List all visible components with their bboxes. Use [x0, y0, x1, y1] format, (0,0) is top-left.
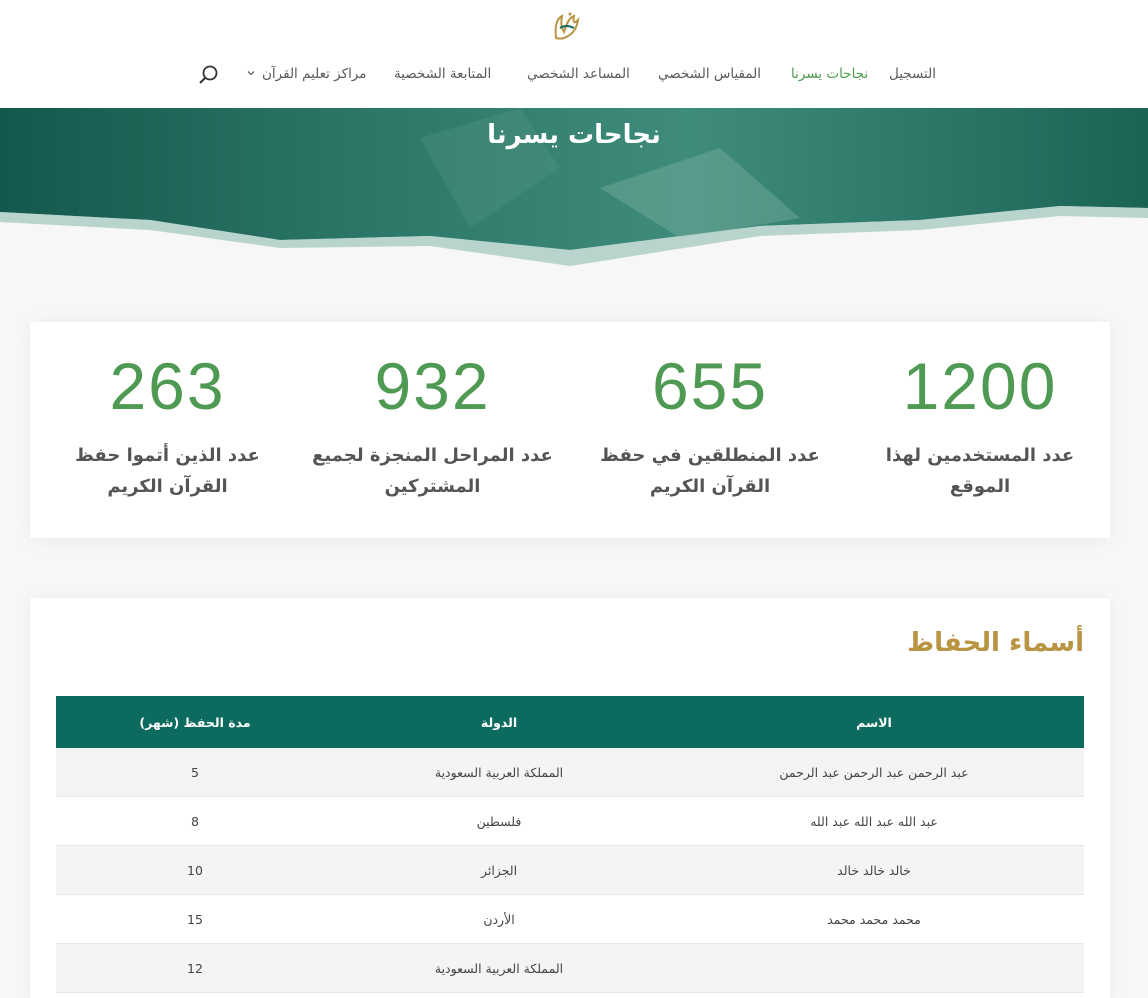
cell-name: عبد الله عبد الله عبد الله — [810, 813, 938, 829]
main-nav: التسجيل نجاحات يسرنا المقياس الشخصي المس… — [0, 60, 1148, 88]
table-row: المملكة العربية السعودية 12 — [56, 944, 1084, 993]
header-name[interactable]: الاسم — [664, 696, 1084, 748]
table-row: محمد محمد محمد الأردن 15 — [56, 895, 1084, 944]
header-duration[interactable]: مدة الحفظ (شهر) — [56, 696, 334, 748]
stat-starters: 655 عدد المنطلقين في حفظ القرآن الكريم — [570, 322, 850, 538]
stat-value: 655 — [651, 349, 769, 423]
nav-register[interactable]: التسجيل — [889, 60, 936, 88]
stats-panel: 1200 عدد المستخدمين لهذا الموقع 655 عدد … — [30, 322, 1110, 538]
card-title: أسماء الحفاظ — [907, 628, 1084, 658]
search-icon[interactable] — [198, 64, 220, 86]
cell-country: المملكة العربية السعودية — [434, 960, 564, 976]
memorizers-table: الاسم الدولة مدة الحفظ (شهر) عبد الرحمن … — [56, 696, 1084, 993]
table-row: عبد الرحمن عبد الرحمن عبد الرحمن المملكة… — [56, 748, 1084, 797]
stat-completed: 263 عدد الذين أتموا حفظ القرآن الكريم — [40, 322, 295, 538]
stat-label: عدد المستخدمين لهذا الموقع — [850, 440, 1110, 502]
nav-quran-centers[interactable]: مراكز تعليم القرآن — [262, 60, 367, 88]
cell-name: عبد الرحمن عبد الرحمن عبد الرحمن — [779, 764, 969, 780]
table-row: عبد الله عبد الله عبد الله فلسطين 8 — [56, 797, 1084, 846]
cell-country: فلسطين — [476, 813, 522, 829]
stat-users: 1200 عدد المستخدمين لهذا الموقع — [850, 322, 1110, 538]
stat-label-line: القرآن الكريم — [107, 476, 228, 497]
cell-duration: 10 — [187, 862, 203, 878]
header-country[interactable]: الدولة — [334, 696, 664, 748]
cell-name — [664, 944, 1084, 992]
chevron-down-icon[interactable] — [246, 68, 256, 78]
stat-value: 1200 — [902, 349, 1058, 423]
cell-name: محمد محمد محمد — [827, 911, 921, 927]
stat-label-line: عدد المنطلقين في حفظ — [600, 445, 820, 466]
nav-personal-assistant[interactable]: المساعد الشخصي — [527, 60, 630, 88]
stat-label-line: عدد المستخدمين لهذا — [885, 445, 1075, 466]
hero-title: نجاحات يسرنا — [487, 120, 661, 150]
table-header: الاسم الدولة مدة الحفظ (شهر) — [56, 696, 1084, 748]
cell-duration: 15 — [187, 911, 203, 927]
cell-duration: 12 — [187, 960, 203, 976]
nav-successes[interactable]: نجاحات يسرنا — [791, 60, 868, 88]
stat-label-line: المشتركين — [384, 476, 481, 497]
stat-label-line: عدد الذين أتموا حفظ — [75, 445, 260, 466]
stat-value: 263 — [109, 349, 226, 423]
site-header: التسجيل نجاحات يسرنا المقياس الشخصي المس… — [0, 0, 1148, 108]
memorizers-card: أسماء الحفاظ الاسم الدولة مدة الحفظ (شهر… — [30, 598, 1110, 998]
stat-label-line: الموقع — [949, 476, 1011, 497]
stat-value: 932 — [374, 349, 491, 423]
stat-label-line: القرآن الكريم — [649, 476, 771, 497]
stat-label-line: عدد المراحل المنجزة لجميع — [312, 445, 553, 466]
stat-label: عدد الذين أتموا حفظ القرآن الكريم — [40, 440, 295, 502]
nav-personal-tracking[interactable]: المتابعة الشخصية — [394, 60, 491, 88]
logo-icon[interactable] — [548, 8, 586, 46]
nav-personal-scale[interactable]: المقياس الشخصي — [658, 60, 761, 88]
stat-label: عدد المراحل المنجزة لجميع المشتركين — [295, 440, 570, 502]
table-row: خالد خالد خالد الجزائر 10 — [56, 846, 1084, 895]
cell-duration: 5 — [191, 764, 199, 780]
stat-stages: 932 عدد المراحل المنجزة لجميع المشتركين — [295, 322, 570, 538]
cell-name: خالد خالد خالد — [837, 862, 911, 878]
cell-country: المملكة العربية السعودية — [434, 764, 564, 780]
cell-country: الجزائر — [480, 862, 518, 878]
cell-country: الأردن — [483, 911, 515, 927]
stat-label: عدد المنطلقين في حفظ القرآن الكريم — [570, 440, 850, 502]
cell-duration: 8 — [191, 813, 199, 829]
